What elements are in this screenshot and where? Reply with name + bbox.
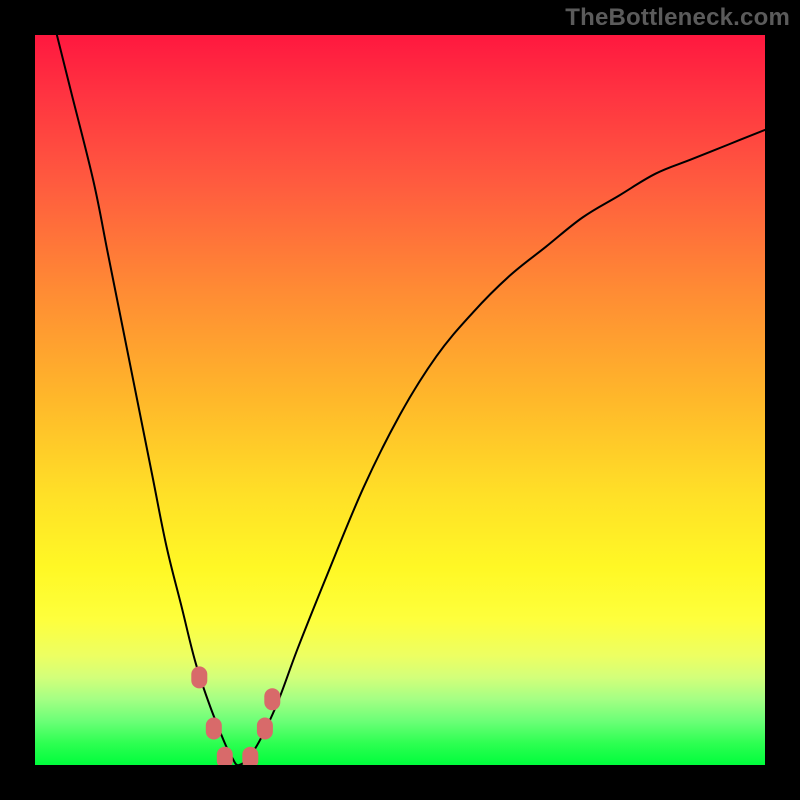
marker-left-upper [191,666,207,688]
curve-svg [35,35,765,765]
watermark-text: TheBottleneck.com [565,4,790,32]
chart-frame: TheBottleneck.com [0,0,800,800]
marker-right-lower [257,718,273,740]
marker-bottom-right [242,747,258,765]
bottleneck-curve [57,35,765,765]
marker-bottom-left [217,747,233,765]
plot-area [35,35,765,765]
marker-right-upper [264,688,280,710]
marker-left-lower [206,718,222,740]
markers-group [191,666,280,765]
